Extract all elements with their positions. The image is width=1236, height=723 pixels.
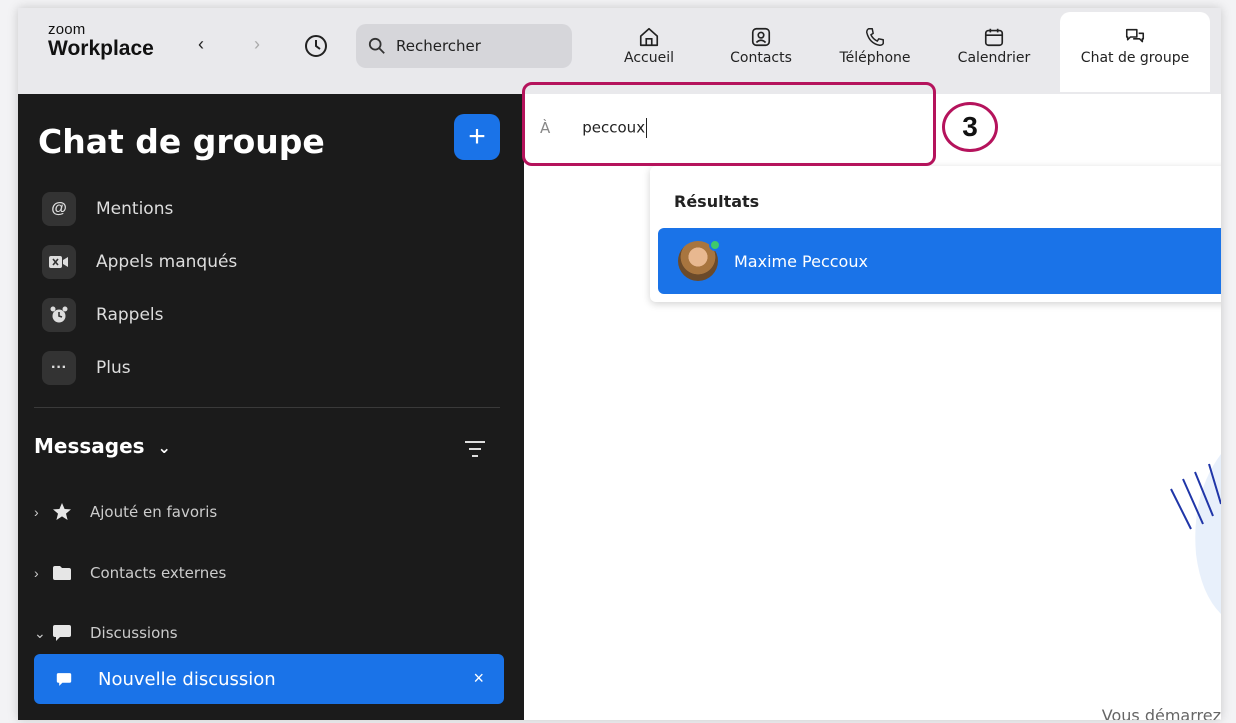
- close-icon[interactable]: ×: [473, 668, 484, 689]
- sidebar-item-plus[interactable]: ··· Plus: [42, 351, 131, 385]
- result-item[interactable]: Maxime Peccoux: [658, 228, 1221, 294]
- star-icon: [52, 502, 76, 522]
- group-label: Ajouté en favoris: [90, 503, 218, 521]
- search-input[interactable]: Rechercher: [356, 24, 572, 68]
- at-icon: @: [42, 192, 76, 226]
- chevron-down-icon: ⌄: [34, 624, 46, 641]
- online-status-dot: [709, 239, 721, 251]
- result-name: Maxime Peccoux: [734, 251, 868, 271]
- tab-accueil[interactable]: Accueil: [608, 12, 690, 92]
- messages-header-label: Messages: [34, 434, 145, 458]
- chevron-down-icon: ⌄: [157, 438, 171, 457]
- messages-header[interactable]: Messages ⌄: [34, 434, 171, 458]
- group-label: Contacts externes: [90, 564, 227, 582]
- folder-icon: [52, 565, 76, 581]
- sidebar-item-label: Plus: [96, 358, 131, 378]
- annotation-step-number: 3: [942, 102, 998, 152]
- wave-illustration: [1170, 454, 1221, 614]
- chevron-right-icon: ›: [34, 565, 39, 581]
- tab-label: Téléphone: [839, 50, 911, 66]
- logo-big-text: Workplace: [48, 37, 154, 60]
- annotation-highlight: [522, 82, 936, 166]
- chat-icon: [1125, 28, 1145, 43]
- results-header: Résultats: [674, 192, 760, 211]
- sidebar: Chat de groupe + @ Mentions Appels manqu…: [18, 94, 524, 720]
- group-favoris[interactable]: › Ajouté en favoris: [34, 498, 217, 526]
- tab-label: Calendrier: [957, 50, 1031, 66]
- sidebar-item-rappels[interactable]: Rappels: [42, 298, 163, 332]
- missed-call-icon: [42, 245, 76, 279]
- new-discussion-item[interactable]: Nouvelle discussion ×: [34, 654, 504, 704]
- back-icon[interactable]: ‹: [198, 34, 204, 55]
- chat-bubble-icon: [52, 624, 76, 642]
- history-icon[interactable]: [302, 32, 330, 60]
- chevron-right-icon: ›: [34, 504, 39, 520]
- contacts-icon: [751, 27, 771, 47]
- sidebar-item-label: Rappels: [96, 305, 164, 325]
- sidebar-item-label: Appels manqués: [96, 252, 238, 272]
- main-panel: À peccoux Résultats Maxime Peccoux Vous …: [524, 94, 1221, 720]
- calendar-icon: [984, 28, 1004, 47]
- group-label: Discussions: [90, 624, 178, 642]
- search-placeholder: Rechercher: [396, 37, 481, 55]
- tab-label: Contacts: [730, 50, 792, 66]
- sidebar-divider: [34, 407, 500, 408]
- forward-icon[interactable]: ›: [254, 34, 260, 55]
- sidebar-item-appels-manques[interactable]: Appels manqués: [42, 245, 237, 279]
- tab-telephone[interactable]: Téléphone: [826, 12, 924, 92]
- filter-icon[interactable]: [464, 439, 486, 459]
- tab-label: Chat de groupe: [1080, 50, 1190, 66]
- zoom-logo: zoom Workplace: [48, 22, 154, 59]
- sidebar-item-label: Mentions: [96, 199, 174, 219]
- search-icon: [368, 37, 385, 54]
- logo-small-text: zoom: [48, 21, 86, 38]
- empty-state-text: Vous démarrez: [1101, 706, 1221, 720]
- home-icon: [639, 27, 659, 47]
- new-discussion-label: Nouvelle discussion: [98, 668, 276, 690]
- tab-calendrier[interactable]: Calendrier: [944, 12, 1044, 92]
- avatar: [678, 239, 721, 281]
- group-discussions[interactable]: ⌄ Discussions: [34, 619, 178, 647]
- more-icon: ···: [42, 351, 76, 385]
- results-dropdown: Résultats Maxime Peccoux: [650, 166, 1221, 302]
- phone-icon: [866, 28, 884, 46]
- chat-bubble-icon: [56, 672, 72, 686]
- sidebar-item-mentions[interactable]: @ Mentions: [42, 192, 173, 226]
- sidebar-title: Chat de groupe: [38, 122, 325, 161]
- alarm-icon: [42, 298, 76, 332]
- group-contacts-externes[interactable]: › Contacts externes: [34, 559, 226, 587]
- tab-contacts[interactable]: Contacts: [716, 12, 806, 92]
- tab-label: Accueil: [624, 50, 674, 66]
- tab-chat-de-groupe[interactable]: Chat de groupe: [1060, 12, 1210, 92]
- add-button[interactable]: +: [454, 114, 500, 160]
